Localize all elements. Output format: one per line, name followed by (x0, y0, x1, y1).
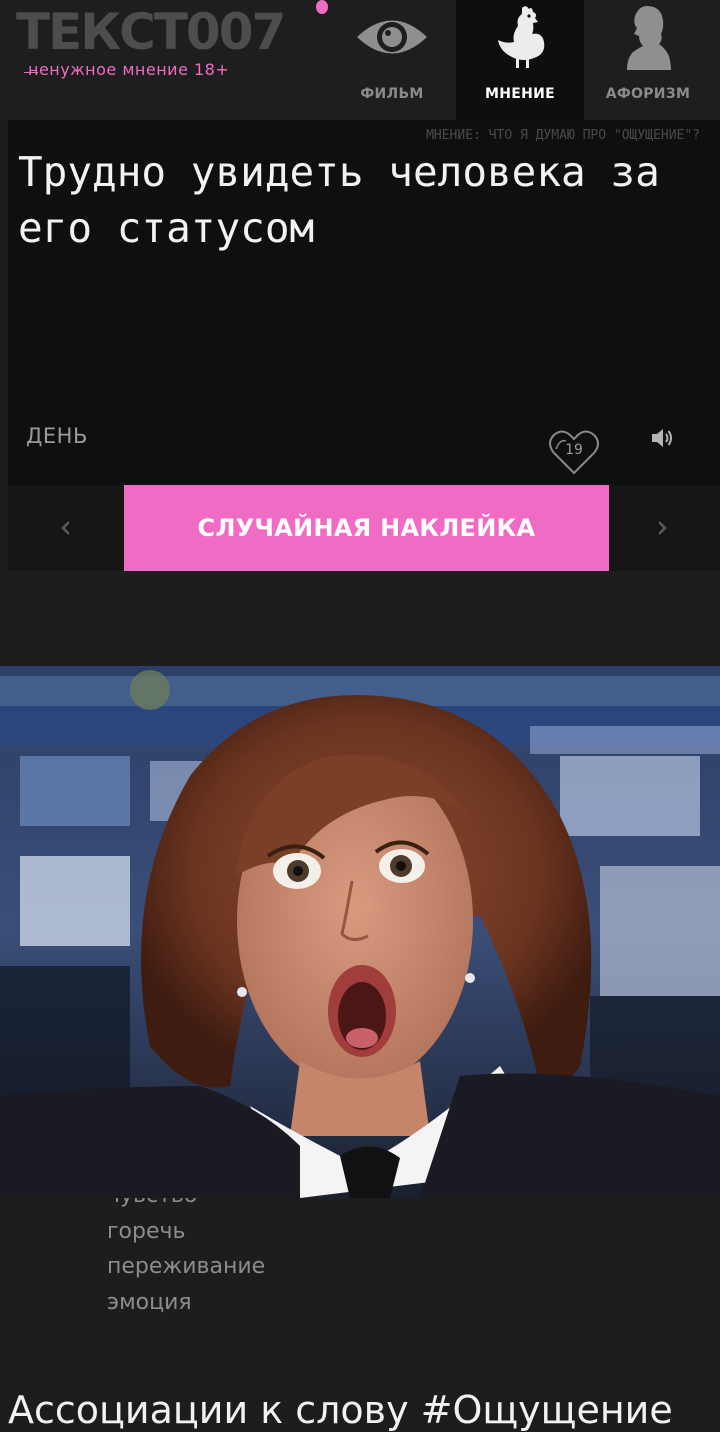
tab-aphorism[interactable]: АФОРИЗМ (584, 0, 712, 120)
sticker-image (0, 666, 720, 1198)
synonym-item[interactable]: горечь (107, 1214, 265, 1250)
chevron-right-icon (658, 521, 667, 535)
like-button[interactable]: 19 (548, 427, 600, 477)
synonym-item[interactable]: переживание (107, 1249, 265, 1285)
bust-profile-icon (584, 4, 712, 70)
tab-opinion[interactable]: МНЕНИЕ (456, 0, 584, 120)
synonym-list: чувство горечь переживание эмоция (107, 1178, 265, 1320)
card-caption: МНЕНИЕ: ЧТО Я ДУМАЮ ПРО "ОЩУЩЕНИЕ"? (426, 128, 700, 143)
tab-film[interactable]: ФИЛЬМ (328, 0, 456, 120)
next-button[interactable] (604, 485, 720, 571)
sticker-bar: СЛУЧАЙНАЯ НАКЛЕЙКА (8, 485, 720, 571)
day-label[interactable]: ДЕНЬ (26, 424, 88, 448)
eye-icon (328, 4, 456, 70)
logo-subtitle: ненужное мнение 18+ (28, 60, 230, 79)
tab-opinion-label: МНЕНИЕ (484, 86, 555, 102)
speaker-icon (652, 429, 672, 447)
chevron-left-icon (61, 521, 70, 535)
site-header: ТЕКСТ007 ненужное мнение 18+ ФИЛЬМ МНЕНИ… (0, 0, 720, 120)
chicken-icon (456, 4, 584, 70)
random-sticker-button[interactable]: СЛУЧАЙНАЯ НАКЛЕЙКА (124, 485, 609, 571)
sound-button[interactable] (650, 426, 674, 450)
like-count: 19 (565, 442, 583, 458)
associations-heading: Ассоциации к слову #Ощущение (8, 1388, 673, 1432)
tab-film-label: ФИЛЬМ (360, 86, 424, 102)
prev-button[interactable] (8, 485, 124, 571)
balloon-icon (316, 0, 328, 14)
opinion-text: Трудно увидеть человека за его статусом (18, 148, 660, 252)
synonym-item[interactable]: эмоция (107, 1285, 265, 1321)
surprised-anchor-photo (0, 666, 720, 1198)
logo-title[interactable]: ТЕКСТ007 (16, 2, 286, 62)
opinion-card: МНЕНИЕ: ЧТО Я ДУМАЮ ПРО "ОЩУЩЕНИЕ"? Труд… (8, 120, 720, 485)
tab-aphorism-label: АФОРИЗМ (605, 86, 691, 102)
